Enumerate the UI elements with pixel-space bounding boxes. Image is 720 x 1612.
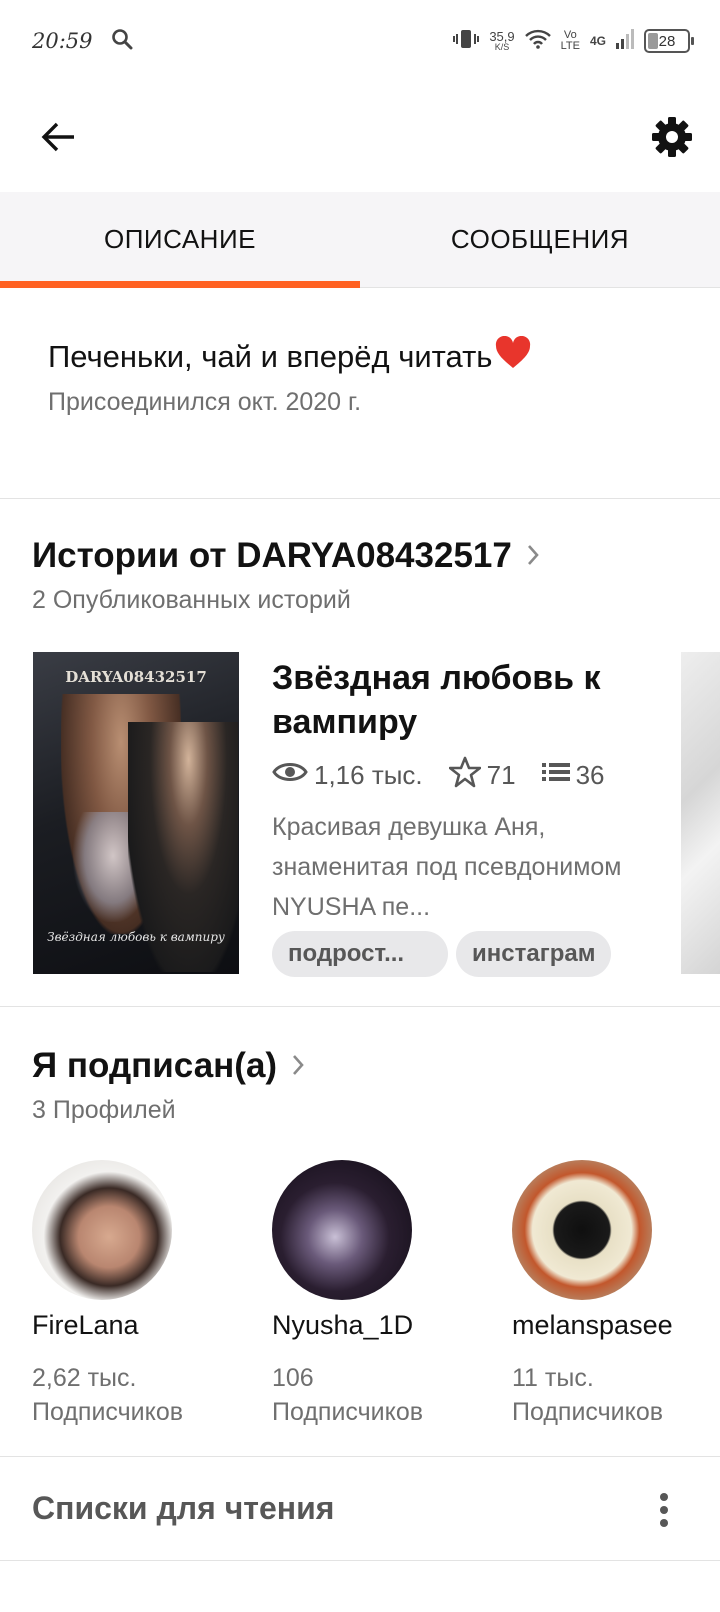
- following-count: 3 Профилей: [32, 1096, 176, 1124]
- heart-icon: [494, 335, 532, 378]
- profile-name: FireLana: [32, 1310, 139, 1340]
- list-icon: [541, 760, 570, 791]
- chevron-right-icon: [291, 1046, 305, 1086]
- profile-name: Nyusha_1D: [272, 1310, 414, 1340]
- volte-indicator: Vo LTE: [560, 29, 580, 52]
- profile-tagline: Печеньки, чай и вперёд читать: [48, 335, 688, 378]
- more-options-icon[interactable]: [646, 1486, 682, 1534]
- profile-description: Печеньки, чай и вперёд читать Присоедини…: [48, 335, 688, 417]
- status-bar: 20:59 35,9 K/S Vo LTE 4G 28: [0, 0, 720, 82]
- tab-messages[interactable]: СООБЩЕНИЯ: [360, 192, 720, 287]
- story-stats: 1,16 тыс. 71 36: [272, 756, 642, 795]
- profile-tabs: ОПИСАНИЕ СООБЩЕНИЯ: [0, 192, 720, 288]
- story-cover[interactable]: DARYA08432517 Звёздная любовь к вампиру: [33, 652, 239, 974]
- follower-count: 2,62 тыс. Подписчиков: [32, 1364, 184, 1426]
- divider: [0, 1456, 720, 1457]
- wifi-icon: [524, 29, 551, 54]
- profile-card[interactable]: Nyusha_1D 106 Подписчиков: [272, 1310, 492, 1429]
- votes-count: 71: [486, 760, 516, 790]
- reads-count: 1,16 тыс.: [314, 760, 423, 790]
- back-arrow-icon[interactable]: [34, 113, 82, 161]
- avatar[interactable]: [32, 1160, 172, 1300]
- divider: [0, 1006, 720, 1007]
- search-icon: [111, 28, 133, 55]
- follower-count: 106 Подписчиков: [272, 1364, 424, 1426]
- cover-title-text: Звёздная любовь к вампиру: [47, 930, 225, 944]
- following-section-header[interactable]: Я подписан(а): [32, 1046, 305, 1086]
- story-card[interactable]: Звёздная любовь к вампиру 1,16 тыс. 71 3…: [272, 656, 642, 977]
- story-title: Звёздная любовь к вампиру: [272, 659, 601, 741]
- network-type: 4G: [589, 34, 606, 48]
- profile-card[interactable]: FireLana 2,62 тыс. Подписчиков: [32, 1310, 252, 1429]
- chevron-right-icon: [526, 536, 540, 576]
- eye-icon: [272, 760, 308, 791]
- divider: [0, 1560, 720, 1561]
- next-story-cover[interactable]: [681, 652, 720, 974]
- profile-name: melanspasee: [512, 1310, 673, 1340]
- divider: [0, 498, 720, 499]
- joined-date: Присоединился окт. 2020 г.: [48, 388, 362, 416]
- vibrate-icon: [453, 28, 480, 55]
- tag-chip[interactable]: инстаграм: [456, 931, 612, 977]
- tab-description[interactable]: ОПИСАНИЕ: [0, 192, 360, 288]
- avatar[interactable]: [512, 1160, 652, 1300]
- story-tags: подрост... инстаграм: [272, 931, 642, 977]
- battery-icon: 28: [644, 29, 694, 53]
- status-time: 20:59: [32, 29, 93, 53]
- network-speed: 35,9 K/S: [489, 29, 515, 52]
- stories-section-header[interactable]: Истории от DARYA08432517: [32, 536, 540, 576]
- cover-author-text: DARYA08432517: [65, 668, 207, 686]
- parts-count: 36: [575, 760, 605, 790]
- follower-count: 11 тыс. Подписчиков: [512, 1364, 664, 1426]
- story-description: Красивая девушка Аня, знаменитая под псе…: [272, 813, 622, 921]
- stories-count: 2 Опубликованных историй: [32, 586, 351, 614]
- reading-lists-title[interactable]: Списки для чтения: [32, 1490, 334, 1527]
- signal-icon: [616, 28, 634, 54]
- profile-card[interactable]: melanspasee 11 тыс. Подписчиков: [512, 1310, 720, 1429]
- top-app-bar: [0, 82, 720, 192]
- star-icon: [448, 756, 481, 795]
- avatar[interactable]: [272, 1160, 412, 1300]
- tag-chip[interactable]: подрост...: [272, 931, 448, 977]
- settings-gear-icon[interactable]: [648, 113, 696, 161]
